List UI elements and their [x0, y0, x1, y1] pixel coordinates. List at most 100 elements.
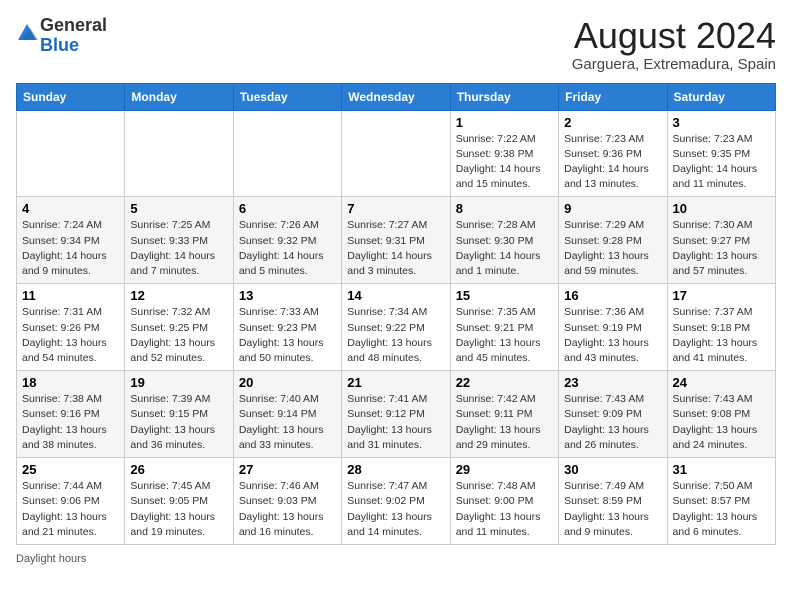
calendar-cell: 2Sunrise: 7:23 AM Sunset: 9:36 PM Daylig…: [559, 110, 667, 197]
day-info: Sunrise: 7:23 AM Sunset: 9:35 PM Dayligh…: [673, 132, 770, 193]
day-number: 13: [239, 288, 336, 303]
logo-general-text: General: [40, 15, 107, 35]
day-number: 31: [673, 462, 770, 477]
day-info: Sunrise: 7:46 AM Sunset: 9:03 PM Dayligh…: [239, 479, 336, 540]
day-info: Sunrise: 7:49 AM Sunset: 8:59 PM Dayligh…: [564, 479, 661, 540]
subtitle: Garguera, Extremadura, Spain: [572, 56, 776, 73]
logo-icon: [16, 22, 38, 44]
weekday-header-saturday: Saturday: [667, 83, 775, 110]
day-number: 27: [239, 462, 336, 477]
footer-note: Daylight hours: [16, 553, 776, 565]
calendar-cell: [17, 110, 125, 197]
calendar-cell: 10 Sunrise: 7:30 AM Sunset: 9:27 PM Dayli…: [667, 197, 775, 284]
day-info: Sunrise: 7:38 AM Sunset: 9:16 PM Dayligh…: [22, 392, 119, 453]
day-info: Sunrise: 7:22 AM Sunset: 9:38 PM Dayligh…: [456, 132, 553, 193]
calendar-cell: 22 Sunrise: 7:42 AM Sunset: 9:11 PM Dayli…: [450, 371, 558, 458]
day-info: Sunrise: 7:36 AM Sunset: 9:19 PM Dayligh…: [564, 305, 661, 366]
calendar-cell: 21Sunrise: 7:41 AM Sunset: 9:12 PM Dayli…: [342, 371, 450, 458]
day-number: 28: [347, 462, 444, 477]
day-number: 23: [564, 375, 661, 390]
calendar-cell: 29 Sunrise: 7:48 AM Sunset: 9:00 PM Dayli…: [450, 458, 558, 545]
calendar-cell: 9Sunrise: 7:29 AM Sunset: 9:28 PM Daylig…: [559, 197, 667, 284]
calendar-cell: [342, 110, 450, 197]
calendar-cell: 18 Sunrise: 7:38 AM Sunset: 9:16 PM Dayli…: [17, 371, 125, 458]
calendar-week-row: 18 Sunrise: 7:38 AM Sunset: 9:16 PM Dayli…: [17, 371, 776, 458]
day-number: 11: [22, 288, 119, 303]
calendar-cell: 15Sunrise: 7:35 AM Sunset: 9:21 PM Dayli…: [450, 284, 558, 371]
calendar-week-row: 1Sunrise: 7:22 AM Sunset: 9:38 PM Daylig…: [17, 110, 776, 197]
day-number: 17: [673, 288, 770, 303]
day-info: Sunrise: 7:25 AM Sunset: 9:33 PM Dayligh…: [130, 218, 227, 279]
day-info: Sunrise: 7:37 AM Sunset: 9:18 PM Dayligh…: [673, 305, 770, 366]
day-info: Sunrise: 7:40 AM Sunset: 9:14 PM Dayligh…: [239, 392, 336, 453]
calendar-cell: 28 Sunrise: 7:47 AM Sunset: 9:02 PM Dayli…: [342, 458, 450, 545]
day-info: Sunrise: 7:28 AM Sunset: 9:30 PM Dayligh…: [456, 218, 553, 279]
day-info: Sunrise: 7:31 AM Sunset: 9:26 PM Dayligh…: [22, 305, 119, 366]
day-number: 19: [130, 375, 227, 390]
calendar-week-row: 4Sunrise: 7:24 AM Sunset: 9:34 PM Daylig…: [17, 197, 776, 284]
day-number: 10: [673, 201, 770, 216]
day-number: 8: [456, 201, 553, 216]
day-info: Sunrise: 7:50 AM Sunset: 8:57 PM Dayligh…: [673, 479, 770, 540]
day-info: Sunrise: 7:33 AM Sunset: 9:23 PM Dayligh…: [239, 305, 336, 366]
day-number: 25: [22, 462, 119, 477]
calendar-cell: [125, 110, 233, 197]
calendar-week-row: 25Sunrise: 7:44 AM Sunset: 9:06 PM Dayli…: [17, 458, 776, 545]
calendar-cell: 4Sunrise: 7:24 AM Sunset: 9:34 PM Daylig…: [17, 197, 125, 284]
calendar-cell: 27 Sunrise: 7:46 AM Sunset: 9:03 PM Dayli…: [233, 458, 341, 545]
day-number: 30: [564, 462, 661, 477]
day-info: Sunrise: 7:43 AM Sunset: 9:08 PM Dayligh…: [673, 392, 770, 453]
weekday-header-sunday: Sunday: [17, 83, 125, 110]
calendar-week-row: 11 Sunrise: 7:31 AM Sunset: 9:26 PM Dayli…: [17, 284, 776, 371]
day-number: 7: [347, 201, 444, 216]
day-number: 15: [456, 288, 553, 303]
day-number: 18: [22, 375, 119, 390]
weekday-header-tuesday: Tuesday: [233, 83, 341, 110]
calendar-cell: 24 Sunrise: 7:43 AM Sunset: 9:08 PM Dayli…: [667, 371, 775, 458]
day-number: 3: [673, 115, 770, 130]
calendar-body: 1Sunrise: 7:22 AM Sunset: 9:38 PM Daylig…: [17, 110, 776, 544]
day-info: Sunrise: 7:45 AM Sunset: 9:05 PM Dayligh…: [130, 479, 227, 540]
logo-blue-text: Blue: [40, 35, 79, 55]
day-number: 26: [130, 462, 227, 477]
calendar-cell: 31 Sunrise: 7:50 AM Sunset: 8:57 PM Dayli…: [667, 458, 775, 545]
calendar-cell: 5 Sunrise: 7:25 AM Sunset: 9:33 PM Daylig…: [125, 197, 233, 284]
calendar-cell: 13 Sunrise: 7:33 AM Sunset: 9:23 PM Dayli…: [233, 284, 341, 371]
title-area: August 2024 Garguera, Extremadura, Spain: [572, 16, 776, 73]
day-info: Sunrise: 7:48 AM Sunset: 9:00 PM Dayligh…: [456, 479, 553, 540]
day-info: Sunrise: 7:24 AM Sunset: 9:34 PM Dayligh…: [22, 218, 119, 279]
calendar-cell: 17 Sunrise: 7:37 AM Sunset: 9:18 PM Dayli…: [667, 284, 775, 371]
calendar-cell: 1Sunrise: 7:22 AM Sunset: 9:38 PM Daylig…: [450, 110, 558, 197]
day-number: 22: [456, 375, 553, 390]
calendar-cell: 30 Sunrise: 7:49 AM Sunset: 8:59 PM Dayli…: [559, 458, 667, 545]
calendar-cell: 20 Sunrise: 7:40 AM Sunset: 9:14 PM Dayli…: [233, 371, 341, 458]
day-info: Sunrise: 7:42 AM Sunset: 9:11 PM Dayligh…: [456, 392, 553, 453]
day-info: Sunrise: 7:29 AM Sunset: 9:28 PM Dayligh…: [564, 218, 661, 279]
day-info: Sunrise: 7:26 AM Sunset: 9:32 PM Dayligh…: [239, 218, 336, 279]
calendar-cell: 7 Sunrise: 7:27 AM Sunset: 9:31 PM Daylig…: [342, 197, 450, 284]
calendar-cell: 6Sunrise: 7:26 AM Sunset: 9:32 PM Daylig…: [233, 197, 341, 284]
day-info: Sunrise: 7:34 AM Sunset: 9:22 PM Dayligh…: [347, 305, 444, 366]
weekday-header-monday: Monday: [125, 83, 233, 110]
day-info: Sunrise: 7:23 AM Sunset: 9:36 PM Dayligh…: [564, 132, 661, 193]
calendar-cell: [233, 110, 341, 197]
calendar-cell: 16Sunrise: 7:36 AM Sunset: 9:19 PM Dayli…: [559, 284, 667, 371]
day-info: Sunrise: 7:47 AM Sunset: 9:02 PM Dayligh…: [347, 479, 444, 540]
weekday-header-thursday: Thursday: [450, 83, 558, 110]
day-number: 29: [456, 462, 553, 477]
calendar-cell: 14Sunrise: 7:34 AM Sunset: 9:22 PM Dayli…: [342, 284, 450, 371]
calendar-table: SundayMondayTuesdayWednesdayThursdayFrid…: [16, 83, 776, 545]
calendar-cell: 25Sunrise: 7:44 AM Sunset: 9:06 PM Dayli…: [17, 458, 125, 545]
day-info: Sunrise: 7:27 AM Sunset: 9:31 PM Dayligh…: [347, 218, 444, 279]
day-info: Sunrise: 7:39 AM Sunset: 9:15 PM Dayligh…: [130, 392, 227, 453]
day-info: Sunrise: 7:43 AM Sunset: 9:09 PM Dayligh…: [564, 392, 661, 453]
day-info: Sunrise: 7:30 AM Sunset: 9:27 PM Dayligh…: [673, 218, 770, 279]
day-number: 20: [239, 375, 336, 390]
calendar-cell: 11 Sunrise: 7:31 AM Sunset: 9:26 PM Dayli…: [17, 284, 125, 371]
day-number: 5: [130, 201, 227, 216]
day-info: Sunrise: 7:41 AM Sunset: 9:12 PM Dayligh…: [347, 392, 444, 453]
daylight-label: Daylight hours: [16, 553, 86, 565]
calendar-cell: 26 Sunrise: 7:45 AM Sunset: 9:05 PM Dayli…: [125, 458, 233, 545]
weekday-header-row: SundayMondayTuesdayWednesdayThursdayFrid…: [17, 83, 776, 110]
day-number: 24: [673, 375, 770, 390]
